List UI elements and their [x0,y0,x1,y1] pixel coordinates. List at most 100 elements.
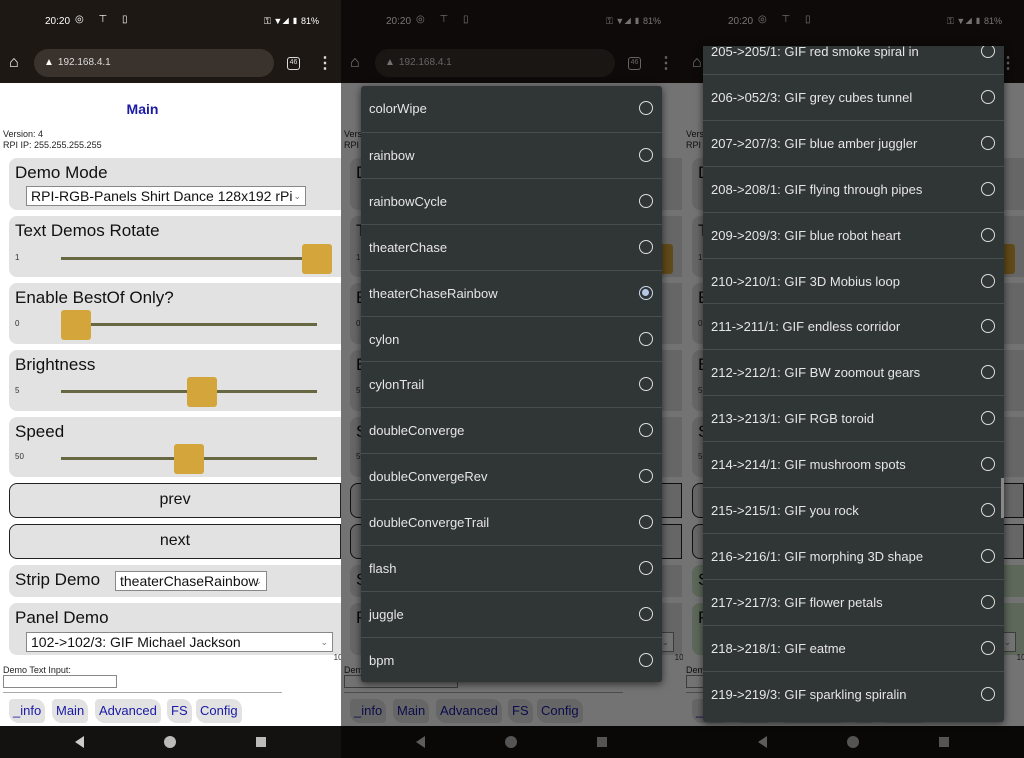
radio-icon[interactable] [639,193,653,208]
option-label: 217->217/3: GIF flower petals [711,594,883,610]
tab-config[interactable]: Config [196,699,242,723]
radio-icon[interactable] [639,377,653,392]
radio-icon[interactable] [639,606,653,621]
radio-icon[interactable] [981,411,995,426]
panel-option[interactable]: 213->213/1: GIF RGB toroid [703,395,1004,441]
radio-icon[interactable] [981,135,995,150]
panel-option[interactable]: 215->215/1: GIF you rock [703,487,1004,533]
radio-icon[interactable] [639,423,653,438]
panel-option[interactable]: 216->216/1: GIF morphing 3D shape [703,532,1004,579]
strip-option[interactable]: doubleConverge [361,407,662,453]
option-label: doubleConvergeRev [369,469,488,485]
panel-demo-number: 102 [333,653,341,662]
url-field[interactable]: ▲192.168.4.1 [34,49,274,77]
strip-option[interactable]: flash [361,545,662,591]
tab-main[interactable]: Main [52,699,89,723]
radio-icon[interactable] [639,561,653,575]
strip-option[interactable]: theaterChaseRainbow [361,269,662,316]
demo-mode-select[interactable]: RPI-RGB-Panels Shirt Dance 128x192 rPi⌄ [26,186,306,206]
chevron-down-icon: ⌄ [320,637,328,647]
panel-option[interactable]: 217->217/3: GIF flower petals [703,578,1004,625]
tab-switcher-button[interactable]: 46 [287,57,300,70]
option-label: 206->052/3: GIF grey cubes tunnel [711,89,913,105]
radio-icon[interactable] [981,319,995,334]
strip-option[interactable]: doubleConvergeTrail [361,499,662,545]
radio-icon[interactable] [981,46,995,58]
recents-icon[interactable] [256,737,266,747]
panel-option[interactable]: 218->218/1: GIF eatme [703,624,1004,671]
home-nav-icon[interactable] [164,736,176,748]
option-label: rainbow [369,147,415,163]
strip-option[interactable]: doubleConvergeRev [361,453,662,499]
radio-icon[interactable] [639,515,653,530]
bestof-label: Enable BestOf Only? [15,288,174,307]
strip-option[interactable]: cylon [361,315,662,362]
strip-demo-select[interactable]: theaterChaseRainbow⌄ [115,571,267,591]
tab-fs[interactable]: FS [167,699,192,723]
demo-text-input[interactable] [3,675,117,688]
chevron-down-icon: ⌄ [293,191,301,201]
panel-option[interactable]: 206->052/3: GIF grey cubes tunnel [703,73,1004,120]
list-scrollbar[interactable] [1001,478,1004,518]
panel-option[interactable]: 212->212/1: GIF BW zoomout gears [703,349,1004,395]
strip-option[interactable]: rainbow [361,131,662,178]
overflow-menu-icon[interactable]: ⋮ [317,53,333,73]
next-button[interactable]: next [9,524,341,559]
strip-option[interactable]: rainbowCycle [361,177,662,224]
strip-option[interactable]: juggle [361,590,662,637]
strip-option[interactable]: cylonTrail [361,361,662,407]
strip-option[interactable]: bpm [361,636,662,682]
option-label: flash [369,561,397,576]
panel-option[interactable]: 209->209/3: GIF blue robot heart [703,211,1004,258]
panel-option[interactable]: 210->210/1: GIF 3D Mobius loop [703,257,1004,304]
panel-option[interactable]: 214->214/1: GIF mushroom spots [703,441,1004,487]
strip-option[interactable]: colorWipe [361,86,662,132]
text-rotate-slider-thumb[interactable] [302,244,332,274]
strip-option[interactable]: theaterChase [361,223,662,270]
radio-icon[interactable] [639,331,653,346]
option-label: 216->216/1: GIF morphing 3D shape [711,548,924,564]
panel-demo-select[interactable]: 102->102/3: GIF Michael Jackson⌄ [26,632,333,652]
radio-icon[interactable] [981,273,995,288]
panel-option[interactable]: 219->219/3: GIF sparkling spiralin [703,670,1004,717]
radio-icon[interactable] [981,503,995,517]
radio-icon[interactable] [981,548,995,563]
radio-icon[interactable] [639,147,653,162]
page-title: Main [126,101,159,117]
speed-slider-thumb[interactable] [174,444,204,474]
panel-option[interactable]: 205->205/1: GIF red smoke spiral in [703,46,1004,74]
brightness-label: Brightness [15,355,96,374]
panel-option[interactable]: 207->207/3: GIF blue amber juggler [703,119,1004,166]
radio-icon[interactable] [639,652,653,667]
tab-info[interactable]: _info [9,699,46,723]
radio-icon[interactable] [981,686,995,701]
radio-icon[interactable] [981,640,995,655]
radio-icon[interactable] [981,227,995,242]
radio-icon[interactable] [981,457,995,472]
panel-option[interactable]: 208->208/1: GIF flying through pipes [703,165,1004,212]
brightness-slider-thumb[interactable] [186,377,217,407]
option-label: cylon [369,331,400,347]
bestof-value: 0 [15,319,20,328]
panel-option[interactable]: 211->211/1: GIF endless corridor [703,303,1004,349]
home-icon[interactable]: ⌂ [9,54,19,72]
text-rotate-slider[interactable] [61,257,317,260]
divider [3,692,282,693]
url-text: 192.168.4.1 [57,57,111,68]
radio-icon[interactable] [639,101,653,115]
radio-icon[interactable] [981,89,995,104]
radio-icon[interactable] [981,181,995,196]
radio-selected-icon[interactable] [639,285,653,300]
chevron-down-icon: ⌄ [254,576,262,586]
bestof-slider[interactable] [61,323,317,326]
back-icon[interactable] [75,736,84,748]
radio-icon[interactable] [639,469,653,484]
radio-icon[interactable] [981,365,995,380]
tab-advanced[interactable]: Advanced [95,699,161,723]
strip-demo-card: Strip Demo theaterChaseRainbow⌄ 5 [9,565,341,597]
radio-icon[interactable] [981,594,995,609]
bestof-slider-thumb[interactable] [61,310,91,340]
screen-main-page: 20:20 ◎ ⊤ ▯ ⚿ ▼◢ ▮ 81% ⌂ ▲ 192.168.4.1 46… [0,0,341,758]
prev-button[interactable]: prev [9,483,341,518]
radio-icon[interactable] [639,239,653,254]
